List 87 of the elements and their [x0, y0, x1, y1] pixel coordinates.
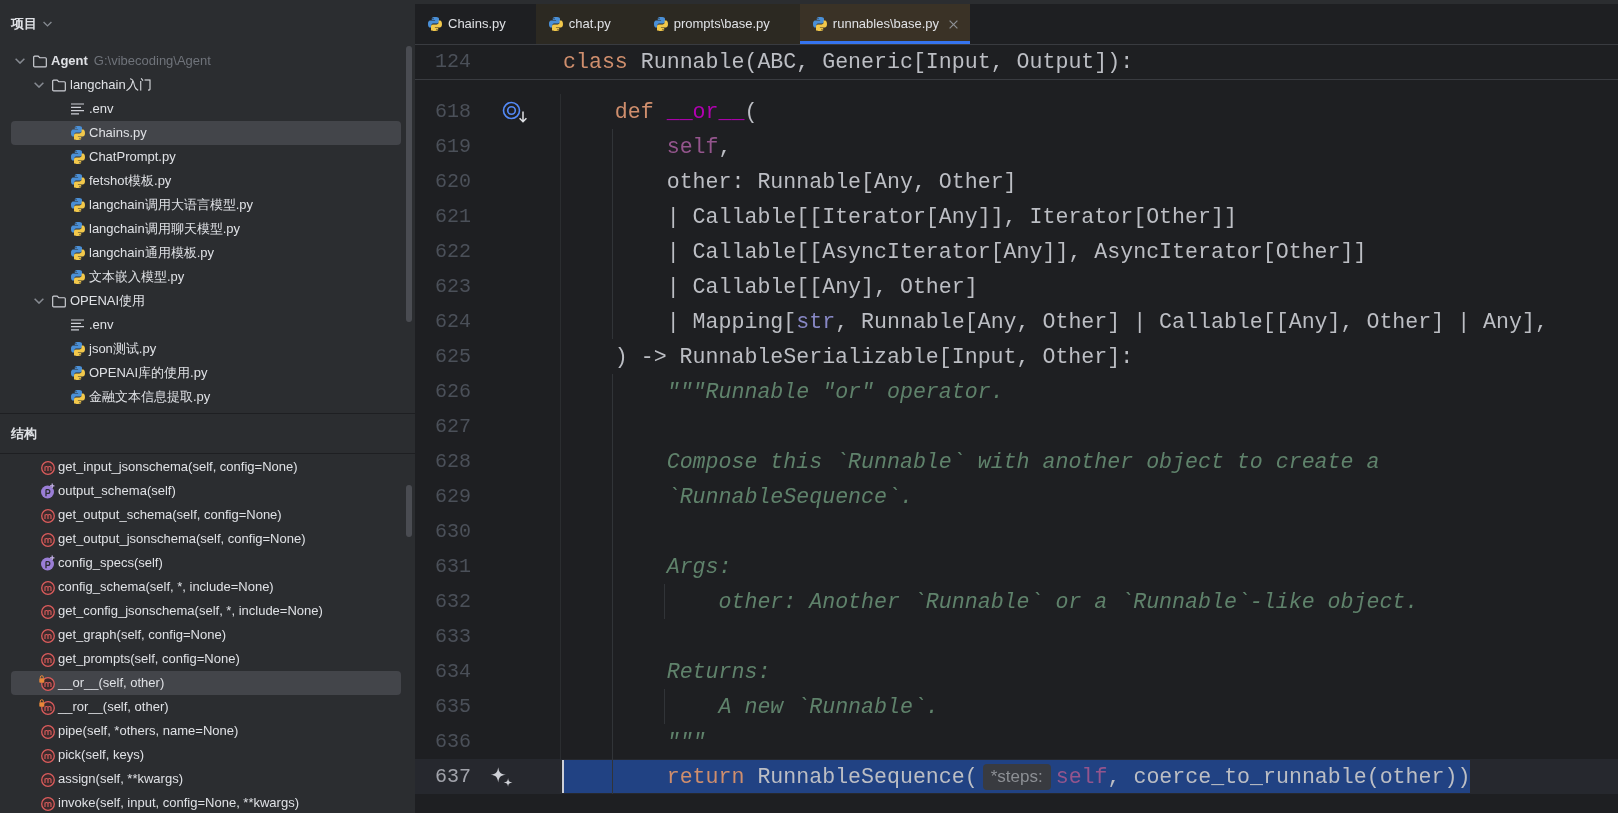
chevron-down-icon [43, 21, 52, 27]
tree-item[interactable]: 文本嵌入模型.py [71, 265, 185, 289]
tree-item[interactable]: ChatPrompt.py [71, 145, 176, 169]
editor-tab[interactable]: chat.py [535, 4, 641, 44]
python-icon [548, 17, 563, 31]
structure-item[interactable]: pick(self, keys) [39, 743, 144, 767]
tree-item[interactable]: Agent G:\vibecoding\Agent [15, 49, 211, 73]
chevron-down-icon[interactable] [15, 58, 25, 64]
tree-item[interactable]: 金融文本信息提取.py [71, 385, 211, 409]
structure-item[interactable]: get_input_jsonschema(self, config=None) [39, 455, 298, 479]
code-text: | Callable[[Any], Other] [666, 273, 978, 301]
code-text: | Mapping[str, Runnable[Any, Other] | Callable[[Any], Other] | Any], [666, 308, 1548, 336]
python-icon [71, 222, 85, 236]
folder-icon [33, 54, 47, 68]
structure-item[interactable]: config_schema(self, *, include=None) [39, 575, 274, 599]
code-text: """ [666, 728, 706, 756]
project-view-dropdown[interactable]: 项目 [11, 14, 52, 34]
python-icon [71, 246, 85, 260]
text-cursor [562, 760, 564, 793]
structure-item[interactable]: get_config_jsonschema(self, *, include=None) [39, 599, 323, 623]
line-number: 637 [435, 764, 471, 789]
structure-item[interactable]: __ror__(self, other) [39, 695, 169, 719]
structure-item[interactable]: get_output_schema(self, config=None) [39, 503, 282, 527]
python-icon [653, 17, 668, 31]
panel-title: 结构 [11, 424, 37, 443]
code-text: Compose this `Runnable` with another object to create a [666, 448, 1380, 476]
scrollbar[interactable] [406, 46, 412, 322]
folder-icon [52, 294, 66, 308]
structure-item[interactable]: get_graph(self, config=None) [39, 623, 227, 647]
text-file-icon [71, 319, 85, 331]
tree-item[interactable]: OPENAI库的使用.py [71, 361, 208, 385]
structure-item[interactable]: output_schema(self) [39, 479, 176, 503]
code-text: self, [666, 133, 732, 161]
sparkle-icon[interactable] [490, 765, 513, 788]
code-text: """Runnable "or" operator. [666, 378, 1004, 406]
folder-path: G:\vibecoding\Agent [93, 52, 211, 71]
code-text: | Callable[[Iterator[Any]], Iterator[Other]] [666, 203, 1237, 231]
code-text: `RunnableSequence`. [666, 483, 913, 511]
code-text: def __or__( [614, 98, 758, 126]
code-text: return RunnableSequence( [666, 763, 978, 791]
chevron-down-icon[interactable] [34, 82, 44, 88]
code-text: class Runnable(ABC, Generic[Input, Output]): [563, 49, 1134, 76]
close-icon[interactable] [949, 19, 959, 29]
chevron-down-icon[interactable] [34, 298, 44, 304]
python-icon [428, 17, 442, 31]
tree-item[interactable]: langchain调用大语言模型.py [71, 193, 253, 217]
tree-item[interactable]: langchain入门 [34, 73, 152, 97]
folder-icon [52, 78, 66, 92]
structure-item[interactable]: __or__(self, other) [11, 671, 401, 695]
structure-item[interactable]: assign(self, **kwargs) [39, 767, 183, 791]
tree-item[interactable]: langchain调用聊天模型.py [71, 217, 240, 241]
code-text: other: Runnable[Any, Other] [666, 168, 1017, 196]
tree-item[interactable]: Chains.py [11, 121, 401, 145]
editor-tab[interactable]: runnables\base.py [799, 4, 971, 44]
python-icon [71, 174, 85, 188]
python-icon [71, 270, 85, 284]
tree-item[interactable]: langchain通用模板.py [71, 241, 214, 265]
python-icon [812, 17, 827, 31]
structure-item[interactable]: pipe(self, *others, name=None) [39, 719, 239, 743]
structure-item[interactable]: get_output_jsonschema(self, config=None) [39, 527, 306, 551]
tree-item[interactable]: json测试.py [71, 337, 157, 361]
python-icon [71, 126, 85, 140]
tree-item[interactable]: OPENAI使用 [34, 289, 146, 313]
python-icon [71, 390, 85, 404]
tree-item[interactable]: fetshot模板.py [71, 169, 172, 193]
structure-item[interactable]: get_prompts(self, config=None) [39, 647, 240, 671]
code-text: Returns: [666, 658, 771, 686]
code-text: Args: [666, 553, 732, 581]
editor-tab[interactable]: prompts\base.py [640, 4, 800, 44]
ring-down-arrow-icon[interactable] [502, 100, 528, 123]
python-icon [71, 198, 85, 212]
scrollbar[interactable] [406, 485, 412, 537]
parameter-hint: *steps: [982, 763, 1051, 790]
tree-item[interactable]: .env [71, 313, 114, 337]
code-text: A new `Runnable`. [718, 693, 939, 721]
code-text: self, coerce_to_runnable(other)) [1055, 763, 1471, 791]
text-file-icon [71, 103, 85, 115]
python-icon [71, 150, 85, 164]
structure-item[interactable]: config_specs(self) [39, 551, 163, 575]
code-text: | Callable[[AsyncIterator[Any]], AsyncIterator[Other]] [666, 238, 1367, 266]
editor-tab[interactable]: Chains.py [415, 4, 536, 44]
python-icon [71, 342, 85, 356]
code-text: other: Another `Runnable` or a `Runnable`-like object. [718, 588, 1419, 616]
tree-item[interactable]: .env [71, 97, 114, 121]
structure-item[interactable]: invoke(self, input, config=None, **kwargs) [39, 791, 299, 813]
python-icon [71, 366, 85, 380]
code-text: ) -> RunnableSerializable[Input, Other]: [614, 343, 1134, 371]
